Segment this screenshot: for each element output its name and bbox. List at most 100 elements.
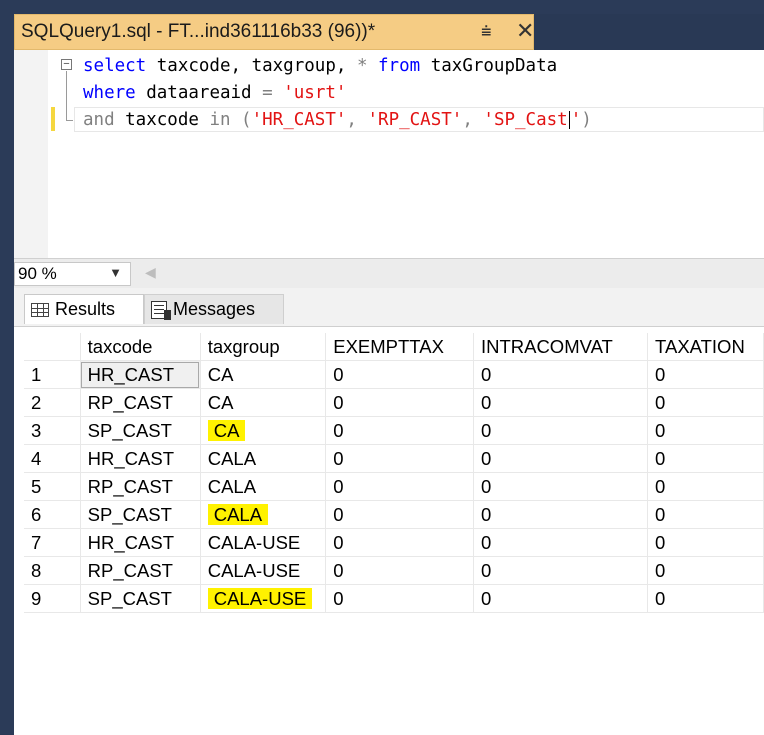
row-number[interactable]: 6	[24, 500, 81, 529]
row-number[interactable]: 9	[24, 584, 81, 613]
cell-taxgroup[interactable]: CA	[200, 360, 327, 389]
code-paren-open: (	[230, 110, 252, 130]
cell-taxgroup[interactable]: CALA	[200, 500, 327, 529]
code-operator: =	[262, 83, 273, 103]
cell-taxcode[interactable]: SP_CAST	[80, 416, 201, 445]
cell-exempttax[interactable]: 0	[325, 360, 474, 389]
cell-intracomvat[interactable]: 0	[473, 556, 649, 585]
column-header[interactable]: TAXATION	[647, 333, 764, 361]
code-star: *	[356, 56, 368, 76]
query-editor[interactable]: − select taxcode, taxgroup, * from taxGr…	[14, 50, 764, 258]
table-row[interactable]: 4 HR_CAST CALA 0 0 0	[24, 444, 764, 473]
row-number-header[interactable]	[24, 333, 81, 361]
document-tab[interactable]: SQLQuery1.sql - FT...ind361116b33 (96))*…	[14, 14, 534, 50]
cell-taxgroup[interactable]: CALA-USE	[200, 556, 327, 585]
results-table: taxcode taxgroup EXEMPTTAX INTRACOMVAT T…	[24, 333, 764, 613]
cell-taxgroup[interactable]: CALA-USE	[200, 584, 327, 613]
keyword-from: from	[367, 56, 421, 76]
cell-intracomvat[interactable]: 0	[473, 472, 649, 501]
cell-taxgroup[interactable]: CALA	[200, 444, 327, 473]
row-number[interactable]: 8	[24, 556, 81, 585]
row-number[interactable]: 5	[24, 472, 81, 501]
cell-exempttax[interactable]: 0	[325, 584, 474, 613]
code-line-1: select taxcode, taxgroup, * from taxGrou…	[83, 53, 557, 79]
cell-taxation[interactable]: 0	[647, 360, 764, 389]
row-number[interactable]: 4	[24, 444, 81, 473]
keyword-and: and	[83, 110, 115, 130]
table-row[interactable]: 5 RP_CAST CALA 0 0 0	[24, 472, 764, 501]
cell-taxation[interactable]: 0	[647, 416, 764, 445]
cell-exempttax[interactable]: 0	[325, 528, 474, 557]
cell-taxation[interactable]: 0	[647, 388, 764, 417]
keyword-where: where	[83, 83, 136, 103]
cell-taxcode[interactable]: RP_CAST	[80, 472, 201, 501]
tab-results[interactable]: Results	[24, 294, 144, 324]
fold-guide	[66, 71, 67, 121]
tab-messages[interactable]: Messages	[144, 294, 284, 324]
fold-guide-end	[66, 120, 73, 121]
code-string-end: '	[570, 110, 582, 130]
cell-taxcode[interactable]: HR_CAST	[80, 360, 201, 389]
code-string: 'usrt'	[283, 83, 347, 103]
window-frame-left	[0, 0, 14, 734]
column-header[interactable]: EXEMPTTAX	[325, 333, 474, 361]
cell-taxgroup[interactable]: CALA	[200, 472, 327, 501]
table-row[interactable]: 7 HR_CAST CALA-USE 0 0 0	[24, 528, 764, 557]
code-text: dataareaid	[135, 83, 263, 103]
cell-exempttax[interactable]: 0	[325, 444, 474, 473]
table-row[interactable]: 6 SP_CAST CALA 0 0 0	[24, 500, 764, 529]
cell-taxcode[interactable]: SP_CAST	[80, 584, 201, 613]
cell-intracomvat[interactable]: 0	[473, 528, 649, 557]
cell-taxation[interactable]: 0	[647, 444, 764, 473]
cell-taxcode[interactable]: HR_CAST	[80, 444, 201, 473]
cell-exempttax[interactable]: 0	[325, 388, 474, 417]
cell-taxation[interactable]: 0	[647, 500, 764, 529]
column-header[interactable]: taxcode	[80, 333, 201, 361]
row-number[interactable]: 3	[24, 416, 81, 445]
table-row[interactable]: 8 RP_CAST CALA-USE 0 0 0	[24, 556, 764, 585]
zoom-dropdown[interactable]: 90 % ▼	[14, 262, 131, 286]
cell-intracomvat[interactable]: 0	[473, 500, 649, 529]
cell-taxcode[interactable]: HR_CAST	[80, 528, 201, 557]
column-header[interactable]: INTRACOMVAT	[473, 333, 649, 361]
cell-taxation[interactable]: 0	[647, 472, 764, 501]
cell-intracomvat[interactable]: 0	[473, 584, 649, 613]
code-paren-close: )	[581, 110, 592, 130]
cell-taxcode[interactable]: RP_CAST	[80, 556, 201, 585]
collapse-icon[interactable]: −	[61, 59, 72, 70]
cell-intracomvat[interactable]: 0	[473, 416, 649, 445]
cell-taxation[interactable]: 0	[647, 584, 764, 613]
cell-taxation[interactable]: 0	[647, 556, 764, 585]
cell-exempttax[interactable]: 0	[325, 416, 474, 445]
cell-taxgroup[interactable]: CA	[200, 416, 327, 445]
cell-intracomvat[interactable]: 0	[473, 360, 649, 389]
cell-taxgroup[interactable]: CA	[200, 388, 327, 417]
row-number[interactable]: 1	[24, 360, 81, 389]
scroll-left-icon[interactable]: ◀	[145, 264, 156, 281]
code-string: 'HR_CAST'	[251, 110, 347, 130]
row-number[interactable]: 7	[24, 528, 81, 557]
cell-taxation[interactable]: 0	[647, 528, 764, 557]
cell-taxcode[interactable]: RP_CAST	[80, 388, 201, 417]
cell-exempttax[interactable]: 0	[325, 500, 474, 529]
table-row[interactable]: 1 HR_CAST CA 0 0 0	[24, 360, 764, 389]
cell-intracomvat[interactable]: 0	[473, 388, 649, 417]
cell-taxcode[interactable]: SP_CAST	[80, 500, 201, 529]
close-icon[interactable]: ✕	[516, 18, 534, 44]
cell-taxgroup[interactable]: CALA-USE	[200, 528, 327, 557]
results-grid: taxcode taxgroup EXEMPTTAX INTRACOMVAT T…	[14, 326, 764, 735]
chevron-down-icon[interactable]: ▼	[109, 265, 122, 280]
cell-intracomvat[interactable]: 0	[473, 444, 649, 473]
column-header[interactable]: taxgroup	[200, 333, 327, 361]
document-tab-title: SQLQuery1.sql - FT...ind361116b33 (96))*	[21, 21, 376, 42]
row-number[interactable]: 2	[24, 388, 81, 417]
code-string: 'RP_CAST'	[367, 110, 463, 130]
table-row[interactable]: 2 RP_CAST CA 0 0 0	[24, 388, 764, 417]
table-row[interactable]: 9 SP_CAST CALA-USE 0 0 0	[24, 584, 764, 613]
pin-icon[interactable]: ⩧	[481, 21, 492, 42]
cell-exempttax[interactable]: 0	[325, 556, 474, 585]
keyword-select: select	[83, 56, 147, 76]
cell-exempttax[interactable]: 0	[325, 472, 474, 501]
editor-margin	[14, 50, 48, 258]
table-row[interactable]: 3 SP_CAST CA 0 0 0	[24, 416, 764, 445]
